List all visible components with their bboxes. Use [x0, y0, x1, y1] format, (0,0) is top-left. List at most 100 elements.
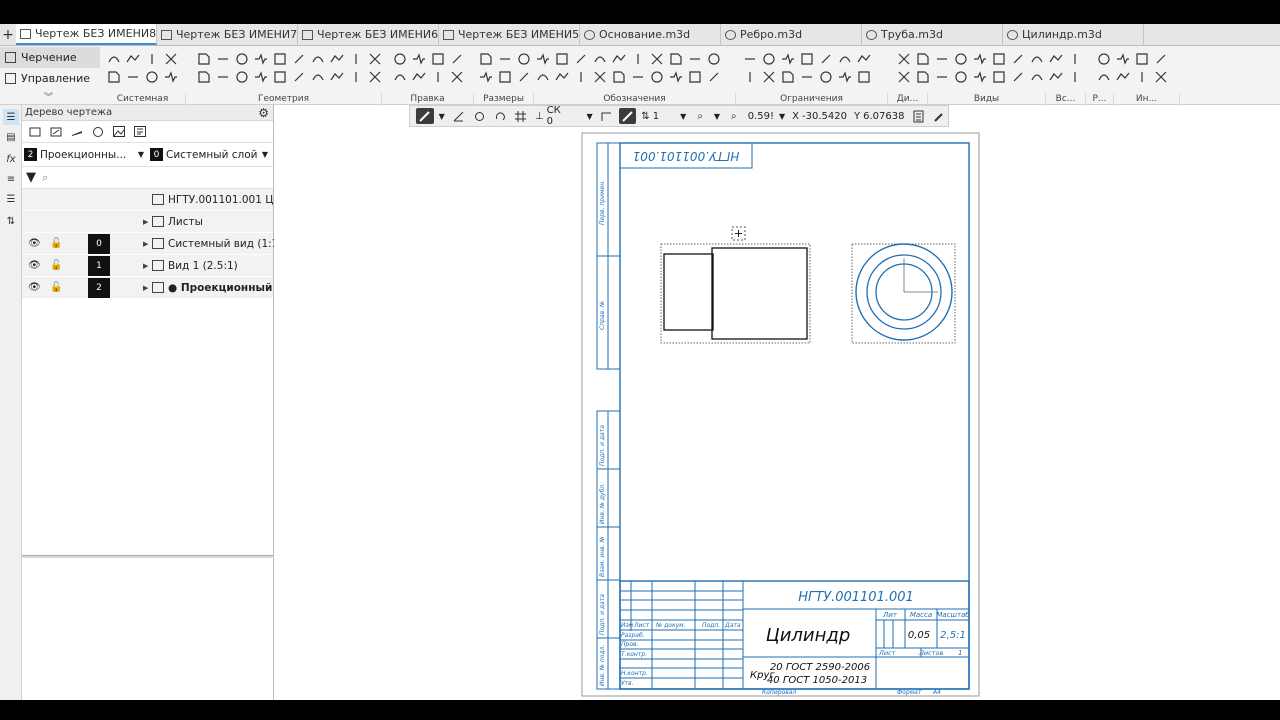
rectangle-icon[interactable]	[989, 68, 1008, 86]
rectangle-icon[interactable]	[104, 68, 123, 86]
hline-icon[interactable]	[1008, 50, 1027, 68]
circle-icon[interactable]	[1094, 50, 1113, 68]
rectangle-icon[interactable]	[428, 68, 447, 86]
segment-icon[interactable]	[514, 68, 533, 86]
rectangle-icon[interactable]	[1132, 68, 1151, 86]
new-file-icon[interactable]	[666, 50, 685, 68]
vline-icon[interactable]	[1027, 68, 1046, 86]
visibility-eye-icon[interactable]: 👁	[28, 238, 41, 249]
line-icon[interactable]	[1113, 68, 1132, 86]
tree-root-item[interactable]: НГТУ.001101.001 Цилиндр	[22, 189, 315, 211]
new-file-icon[interactable]	[142, 50, 161, 68]
polyline-icon[interactable]	[123, 50, 142, 68]
tab-model-rib[interactable]: Ребро.m3d	[721, 24, 862, 45]
tab-model-cylinder[interactable]: Цилиндр.m3d	[1003, 24, 1144, 45]
arc-icon[interactable]	[913, 68, 932, 86]
rectangle-icon[interactable]	[704, 50, 723, 68]
mode-control[interactable]: Управление	[0, 68, 100, 89]
arc-icon[interactable]	[428, 50, 447, 68]
hline-icon[interactable]	[1008, 68, 1027, 86]
hline-icon[interactable]	[533, 50, 552, 68]
new-file-icon[interactable]	[609, 68, 628, 86]
new-file-icon[interactable]	[194, 68, 213, 86]
cross-icon[interactable]	[609, 50, 628, 68]
properties-icon[interactable]: ▤	[3, 129, 19, 145]
expand-icon[interactable]: ▶	[143, 262, 148, 270]
vline-icon[interactable]	[816, 68, 835, 86]
polyline-icon[interactable]	[932, 68, 951, 86]
polyline-icon[interactable]	[647, 50, 666, 68]
rectangle-icon[interactable]	[989, 50, 1008, 68]
line-icon[interactable]	[970, 68, 989, 86]
tree-item-sheets[interactable]: ▶ Листы	[22, 211, 273, 233]
circle-icon[interactable]	[533, 68, 552, 86]
hline-icon[interactable]	[251, 50, 270, 68]
cross-icon[interactable]	[816, 50, 835, 68]
expand-icon[interactable]: ▶	[143, 284, 148, 292]
cross-icon[interactable]	[1113, 50, 1132, 68]
vline-icon[interactable]	[552, 50, 571, 68]
hline-icon[interactable]	[1151, 68, 1170, 86]
polyline-icon[interactable]	[590, 68, 609, 86]
variables-icon[interactable]: fx	[3, 151, 19, 167]
hline-icon[interactable]	[797, 68, 816, 86]
drawing-canvas[interactable]: ▼ ⊥ СК 0 ▼ ⇅ 1 ▼ ⌕ ▼ ⌕ 0.59! ▼ X -30.5420 Y 6.0…	[274, 105, 1280, 700]
drawing-tree-icon[interactable]: ☰	[3, 109, 19, 125]
segment-icon[interactable]	[289, 68, 308, 86]
vline-icon[interactable]	[142, 68, 161, 86]
layer-select[interactable]: 0 Системный слой ▼	[150, 146, 270, 163]
lock-icon[interactable]: 🔓	[50, 282, 62, 293]
group-label-vs[interactable]: Вс...	[1046, 93, 1086, 105]
cross-icon[interactable]	[894, 68, 913, 86]
arc-icon[interactable]	[346, 68, 365, 86]
expand-icon[interactable]: ▶	[143, 240, 148, 248]
assoc-icon[interactable]	[89, 124, 106, 139]
group-label-di[interactable]: Ди...	[888, 93, 928, 105]
new-file-icon[interactable]	[951, 50, 970, 68]
tab-drawing-7[interactable]: Чертеж БЕЗ ИМЕНИ7	[157, 24, 298, 45]
visibility-eye-icon[interactable]: 👁	[28, 282, 41, 293]
vline-icon[interactable]	[270, 68, 289, 86]
line-icon[interactable]	[409, 68, 428, 86]
structure-icon[interactable]	[131, 124, 148, 139]
cross-icon[interactable]	[327, 68, 346, 86]
circle-icon[interactable]	[854, 68, 873, 86]
layers-icon[interactable]: ≡	[3, 171, 19, 187]
gear-icon[interactable]: ⚙	[258, 106, 269, 120]
new-file-icon[interactable]	[1094, 68, 1113, 86]
line-icon[interactable]	[213, 50, 232, 68]
visibility-eye-icon[interactable]: 👁	[28, 260, 41, 271]
image-icon[interactable]	[110, 124, 127, 139]
segment-icon[interactable]	[571, 50, 590, 68]
segment-icon[interactable]	[778, 50, 797, 68]
vline-icon[interactable]	[270, 50, 289, 68]
view-select[interactable]: 2 Проекционны... ▼	[24, 146, 146, 163]
hline-icon[interactable]	[476, 68, 495, 86]
new-file-icon[interactable]	[390, 68, 409, 86]
polyline-icon[interactable]	[932, 50, 951, 68]
line-icon[interactable]	[161, 50, 180, 68]
line-icon[interactable]	[685, 50, 704, 68]
cross-icon[interactable]	[327, 50, 346, 68]
tab-model-base[interactable]: Основание.m3d	[580, 24, 721, 45]
new-tab-icon[interactable]: +	[0, 24, 16, 45]
segment-icon[interactable]	[1046, 50, 1065, 68]
segment-icon[interactable]	[1046, 68, 1065, 86]
circle-icon[interactable]	[590, 50, 609, 68]
collapse-ribbon-icon[interactable]: ︾	[44, 90, 53, 103]
sort-icon[interactable]: ⇅	[3, 213, 19, 229]
view-sheet-icon[interactable]	[47, 124, 64, 139]
rectangle-icon[interactable]	[232, 50, 251, 68]
new-file-icon[interactable]	[476, 50, 495, 68]
lock-icon[interactable]: 🔓	[50, 238, 62, 249]
new-file-icon[interactable]	[740, 68, 759, 86]
hline-icon[interactable]	[447, 68, 466, 86]
cross-icon[interactable]	[409, 50, 428, 68]
mode-drawing[interactable]: Черчение	[0, 47, 100, 68]
segment-icon[interactable]	[161, 68, 180, 86]
polyline-icon[interactable]	[365, 68, 384, 86]
new-file-icon[interactable]	[951, 68, 970, 86]
cylinder-large-section[interactable]	[711, 247, 808, 340]
line-icon[interactable]	[495, 50, 514, 68]
line-icon[interactable]	[213, 68, 232, 86]
